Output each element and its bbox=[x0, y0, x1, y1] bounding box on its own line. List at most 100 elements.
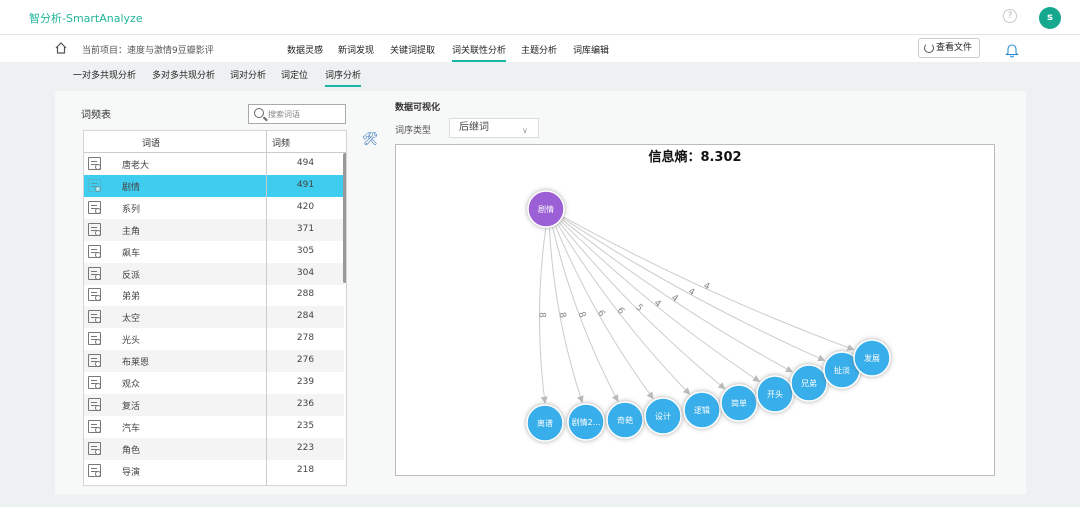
target-node[interactable]: 开头 bbox=[756, 375, 794, 413]
doc-search-icon[interactable] bbox=[88, 419, 101, 433]
row-freq: 288 bbox=[296, 289, 315, 300]
row-freq: 276 bbox=[296, 355, 315, 366]
doc-search-icon[interactable] bbox=[88, 157, 101, 170]
secondary-nav: 一对多共现分析 多对多共现分析 词对分析 词定位 词序分析 bbox=[0, 62, 1080, 87]
table-row[interactable]: 导演 218 bbox=[84, 460, 344, 482]
table-row[interactable]: 布莱恩 276 bbox=[84, 350, 344, 373]
row-term: 观众 bbox=[122, 380, 141, 390]
doc-search-icon[interactable] bbox=[88, 332, 101, 346]
tab-many-to-many[interactable]: 多对多共现分析 bbox=[152, 68, 215, 87]
target-node-label: 简单 bbox=[731, 398, 747, 408]
row-term: 飙车 bbox=[122, 248, 141, 259]
nav-topic-analysis[interactable]: 主题分析 bbox=[521, 43, 557, 62]
top-bar: 智分析-SmartAnalyze ? s bbox=[0, 0, 1080, 35]
order-type-select[interactable]: 后继词 ∨ bbox=[449, 118, 539, 138]
target-node[interactable]: 兄弟 bbox=[790, 364, 828, 402]
edge-weight-label: 8 bbox=[556, 312, 567, 320]
target-node-label: 设计 bbox=[655, 411, 671, 421]
home-icon[interactable] bbox=[54, 41, 68, 55]
table-row[interactable]: 光头 278 bbox=[84, 328, 344, 350]
tab-word-order[interactable]: 词序分析 bbox=[325, 68, 362, 87]
tab-word-location[interactable]: 词定位 bbox=[281, 68, 308, 87]
source-node-label: 剧情 bbox=[538, 204, 554, 214]
graph-canvas: 信息熵：8.302 8 8 8 6 6 5 4 4 4 4 离谱 剧情2... 奇葩 设计 逻辑 简单 开头 兄弟… bbox=[395, 144, 995, 476]
tools-icon[interactable]: 🛠 bbox=[362, 132, 379, 147]
row-freq: 218 bbox=[296, 464, 315, 475]
target-node[interactable]: 设计 bbox=[644, 397, 682, 435]
row-freq: 494 bbox=[296, 158, 315, 168]
table-row[interactable]: 汽车 235 bbox=[84, 416, 344, 438]
doc-search-icon[interactable] bbox=[88, 310, 101, 324]
table-row[interactable]: 复活 236 bbox=[84, 393, 344, 416]
doc-search-icon[interactable] bbox=[88, 266, 101, 280]
nav-data-inspiration[interactable]: 数据灵感 bbox=[287, 43, 323, 62]
row-freq: 278 bbox=[296, 333, 315, 344]
table-row[interactable]: 太空 284 bbox=[84, 306, 344, 329]
table-scrollbar[interactable] bbox=[343, 153, 346, 283]
header-term: 词语 bbox=[142, 139, 161, 149]
edge-weight-label: 8 bbox=[576, 311, 587, 320]
viz-title: 数据可视化 bbox=[395, 103, 441, 113]
question-circle-icon[interactable]: ? bbox=[1003, 9, 1017, 23]
doc-search-icon[interactable] bbox=[88, 288, 101, 302]
doc-search-icon[interactable] bbox=[88, 222, 101, 236]
user-avatar[interactable]: s bbox=[1039, 7, 1061, 29]
nav-word-association[interactable]: 词关联性分析 bbox=[452, 43, 507, 62]
nav-keyword-extraction[interactable]: 关键词提取 bbox=[390, 43, 435, 62]
source-node[interactable]: 剧情 bbox=[527, 190, 565, 228]
primary-nav: 当前项目：速度与激情9豆瓣影评 数据灵感 新词发现 关键词提取 词关联性分析 主… bbox=[0, 35, 1080, 62]
table-row[interactable]: 主角 371 bbox=[84, 218, 344, 241]
row-freq: 304 bbox=[296, 267, 315, 278]
doc-search-icon[interactable] bbox=[88, 376, 101, 389]
target-node[interactable]: 发展 bbox=[853, 339, 891, 377]
table-row[interactable]: 反派 304 bbox=[84, 262, 344, 285]
order-type-value: 后继词 bbox=[459, 122, 489, 133]
target-node[interactable]: 逻辑 bbox=[683, 391, 721, 429]
row-term: 太空 bbox=[122, 314, 141, 325]
row-freq: 420 bbox=[296, 201, 315, 212]
search-icon bbox=[254, 108, 264, 118]
app-title: 智分析-SmartAnalyze bbox=[29, 12, 143, 25]
order-type-label: 词序类型 bbox=[395, 126, 432, 136]
table-row[interactable]: 角色 223 bbox=[84, 437, 344, 460]
target-node-label: 扯淡 bbox=[834, 365, 850, 375]
row-freq: 235 bbox=[296, 420, 315, 431]
doc-search-icon[interactable] bbox=[88, 200, 101, 214]
row-freq: 305 bbox=[296, 245, 315, 256]
nav-lexicon-edit[interactable]: 词库编辑 bbox=[573, 43, 609, 62]
target-node[interactable]: 奇葩 bbox=[606, 401, 644, 439]
freq-table: 词语 词频 唐老大 494 剧情 491 系列 420 主角 371 飙车 305 反派 304 弟弟 2… bbox=[83, 130, 347, 486]
table-row[interactable]: 弟弟 288 bbox=[84, 284, 344, 306]
search-input[interactable] bbox=[268, 107, 343, 121]
table-row[interactable]: 观众 239 bbox=[84, 372, 344, 394]
doc-search-icon[interactable] bbox=[88, 178, 101, 192]
row-freq: 371 bbox=[296, 223, 315, 234]
table-row[interactable]: 剧情 491 bbox=[84, 174, 344, 197]
row-term: 反派 bbox=[122, 270, 141, 281]
doc-search-icon[interactable] bbox=[88, 397, 101, 411]
nav-new-word-discovery[interactable]: 新词发现 bbox=[338, 43, 374, 62]
doc-search-icon[interactable] bbox=[88, 463, 101, 477]
doc-search-icon[interactable] bbox=[88, 354, 101, 368]
table-row[interactable]: 飙车 305 bbox=[84, 241, 344, 263]
doc-search-icon[interactable] bbox=[88, 244, 101, 258]
target-node-label: 开头 bbox=[767, 389, 783, 399]
target-node-label: 兄弟 bbox=[801, 378, 817, 388]
view-file-label: 查看文件 bbox=[936, 43, 973, 53]
target-node[interactable]: 剧情2... bbox=[567, 403, 605, 441]
doc-search-icon[interactable] bbox=[88, 441, 101, 455]
target-node[interactable]: 离谱 bbox=[526, 404, 564, 442]
row-freq: 223 bbox=[296, 442, 315, 453]
row-term: 角色 bbox=[122, 445, 141, 456]
table-row[interactable]: 系列 420 bbox=[84, 197, 344, 219]
tab-one-to-many[interactable]: 一对多共现分析 bbox=[73, 68, 136, 87]
table-row[interactable]: 唐老大 494 bbox=[84, 153, 344, 175]
search-box[interactable] bbox=[248, 104, 346, 124]
view-file-button[interactable]: 查看文件 bbox=[918, 38, 980, 58]
edge-weight-label: 4 bbox=[669, 293, 680, 305]
target-node-label: 发展 bbox=[864, 353, 880, 363]
bell-icon[interactable] bbox=[1005, 42, 1019, 58]
tab-word-pair[interactable]: 词对分析 bbox=[230, 68, 266, 87]
row-term: 弟弟 bbox=[122, 292, 141, 303]
target-node[interactable]: 简单 bbox=[720, 384, 758, 422]
